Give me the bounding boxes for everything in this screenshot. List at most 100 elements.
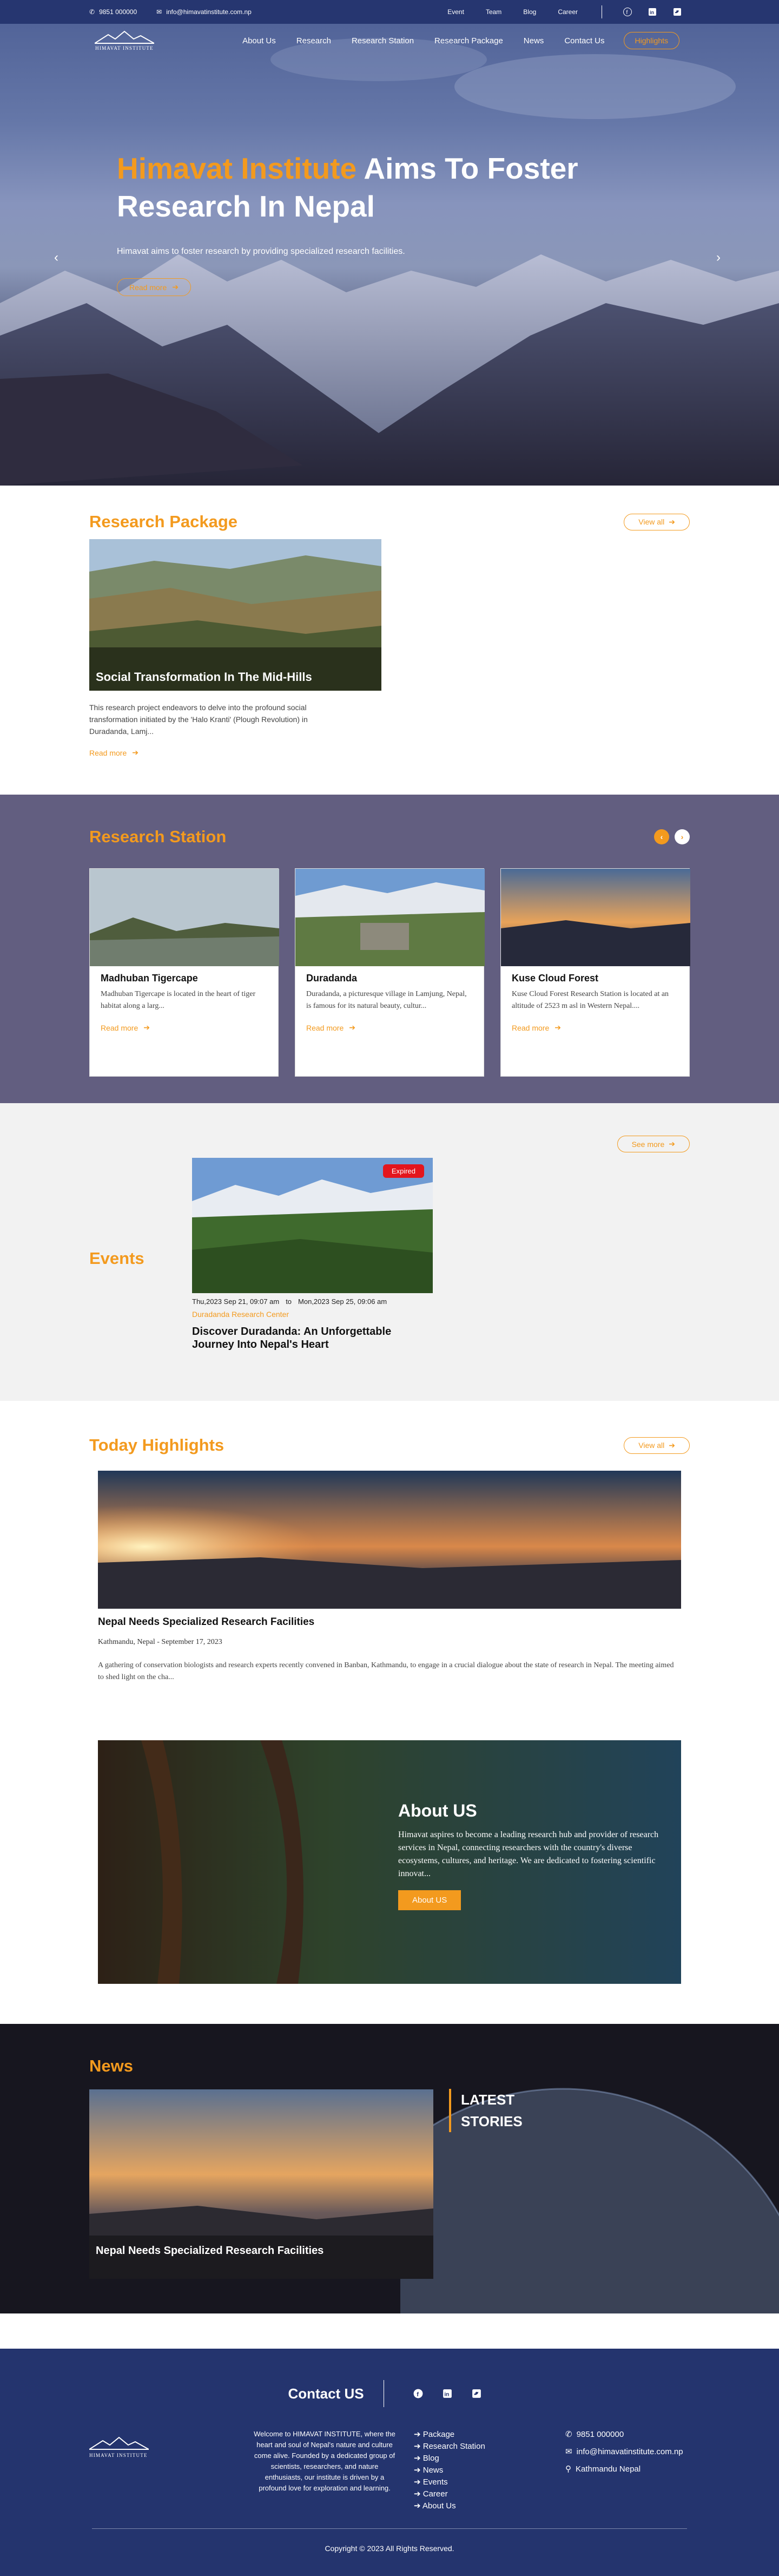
topbar-email[interactable]: ✉ info@himavatinstitute.com.np xyxy=(156,8,252,16)
highlight-image[interactable] xyxy=(98,1471,681,1609)
nav-research-package[interactable]: Research Package xyxy=(434,36,503,45)
footer: Contact US f in HIMAVAT INSTITUTE Welcom… xyxy=(0,2349,779,2576)
station-name: Duradanda xyxy=(306,973,358,984)
station-read-more-link[interactable]: Read more ➔ xyxy=(306,1023,355,1032)
footer-contact-title: Contact US xyxy=(288,2385,364,2402)
research-package-view-all-button[interactable]: View all ➔ xyxy=(624,513,690,530)
about-title: About US xyxy=(398,1801,477,1820)
event-dates: Thu,2023 Sep 21, 09:07 am to Mon,2023 Se… xyxy=(192,1297,387,1306)
expired-badge: Expired xyxy=(382,1164,424,1178)
highlight-description: A gathering of conservation biologists a… xyxy=(98,1661,674,1681)
twitter-icon[interactable] xyxy=(672,7,682,17)
research-package-title: Research Package xyxy=(89,512,238,531)
svg-text:f: f xyxy=(626,10,628,16)
footer-contacts: ✆ 9851 000000 ✉ info@himavatinstitute.com.… xyxy=(565,2429,683,2481)
hero-subtitle: Himavat aims to foster research by provi… xyxy=(117,247,405,256)
top-bar: ✆ 9851 000000 ✉ info@himavatinstitute.com.… xyxy=(0,0,779,24)
carousel-prev-icon[interactable]: ‹ xyxy=(654,829,669,844)
nav-news[interactable]: News xyxy=(524,36,544,45)
svg-text:f: f xyxy=(417,2391,419,2398)
events-see-more-button[interactable]: See more ➔ xyxy=(617,1136,690,1152)
research-package-section: Research Package View all ➔ Social Transf… xyxy=(0,486,779,795)
facebook-icon[interactable]: f xyxy=(413,2389,423,2398)
event-title: Discover Duradanda: An Unforgettable Jou… xyxy=(192,1326,392,1351)
event-card[interactable]: Expired Thu,2023 Sep 21, 09:07 am to Mon… xyxy=(192,1158,433,1351)
footer-about-text: Welcome to HIMAVAT INSTITUTE, where the … xyxy=(254,2430,395,2492)
footer-link-about-us[interactable]: ➔ About Us xyxy=(414,2500,565,2512)
logo-mountain-icon xyxy=(95,30,154,44)
footer-link-blog[interactable]: ➔ Blog xyxy=(414,2453,565,2464)
news-card[interactable]: Nepal Needs Specialized Research Facilit… xyxy=(89,2089,433,2279)
footer-link-events[interactable]: ➔ Events xyxy=(414,2476,565,2488)
footer-address: ⚲ Kathmandu Nepal xyxy=(565,2463,683,2475)
footer-link-research-station[interactable]: ➔ Research Station xyxy=(414,2441,565,2453)
station-description: Kuse Cloud Forest Research Station is lo… xyxy=(512,990,669,1010)
arrow-right-icon: ➔ xyxy=(669,1139,675,1148)
arrow-right-icon: ➔ xyxy=(143,1023,150,1032)
event-location: Duradanda Research Center xyxy=(192,1310,289,1319)
mail-icon: ✉ xyxy=(565,2447,572,2456)
nav-contact-us[interactable]: Contact Us xyxy=(564,36,604,45)
station-card[interactable]: Kuse Cloud Forest Kuse Cloud Forest Rese… xyxy=(500,868,690,1077)
topbar-link-career[interactable]: Career xyxy=(558,8,578,16)
hero-next-arrow-icon[interactable]: › xyxy=(716,250,721,265)
site-logo[interactable]: HIMAVAT INSTITUTE xyxy=(89,30,160,51)
research-package-read-more-link[interactable]: Read more ➔ xyxy=(89,748,138,757)
linkedin-icon[interactable]: in xyxy=(443,2389,452,2398)
facebook-icon[interactable]: f xyxy=(623,7,632,17)
station-read-more-link[interactable]: Read more ➔ xyxy=(512,1023,561,1032)
footer-link-career[interactable]: ➔ Career xyxy=(414,2488,565,2500)
topbar-link-blog[interactable]: Blog xyxy=(523,8,536,16)
event-image: Expired xyxy=(192,1158,433,1293)
nav-research[interactable]: Research xyxy=(296,36,331,45)
about-description: Himavat aspires to become a leading rese… xyxy=(398,1830,659,1878)
highlights-section: Today Highlights View all ➔ Nepal Needs S… xyxy=(0,1401,779,2024)
research-package-description: This research project endeavors to delve… xyxy=(89,703,308,736)
footer-link-package[interactable]: ➔ Package xyxy=(414,2429,565,2441)
about-us-button[interactable]: About US xyxy=(398,1890,461,1910)
carousel-next-icon[interactable]: › xyxy=(675,829,690,844)
news-title: News xyxy=(89,2056,133,2075)
footer-phone[interactable]: ✆ 9851 000000 xyxy=(565,2429,683,2441)
news-caption: Nepal Needs Specialized Research Facilit… xyxy=(96,2245,324,2257)
twitter-icon[interactable] xyxy=(472,2389,481,2398)
station-card[interactable]: Duradanda Duradanda, a picturesque villa… xyxy=(295,868,485,1077)
footer-divider-line xyxy=(92,2528,687,2529)
hero-prev-arrow-icon[interactable]: ‹ xyxy=(54,250,58,265)
hero-read-more-button[interactable]: Read more ➔ xyxy=(117,278,191,296)
arrow-right-icon: ➔ xyxy=(669,1440,675,1450)
footer-email[interactable]: ✉ info@himavatinstitute.com.np xyxy=(565,2446,683,2458)
svg-text:in: in xyxy=(444,2392,449,2398)
topbar-link-team[interactable]: Team xyxy=(486,8,501,16)
copyright: Copyright © 2023 All Rights Reserved. xyxy=(325,2544,454,2553)
arrow-right-icon: ➔ xyxy=(669,517,675,526)
topbar-phone[interactable]: ✆ 9851 000000 xyxy=(89,8,137,16)
topbar-link-event[interactable]: Event xyxy=(447,8,464,16)
latest-stories-label: LATEST STORIES xyxy=(449,2089,523,2132)
linkedin-icon[interactable]: in xyxy=(648,7,657,17)
highlight-meta: Kathmandu, Nepal - September 17, 2023 xyxy=(98,1638,222,1646)
footer-link-news[interactable]: ➔ News xyxy=(414,2464,565,2476)
research-package-card[interactable]: Social Transformation In The Mid-Hills T… xyxy=(89,539,381,758)
highlight-title[interactable]: Nepal Needs Specialized Research Facilit… xyxy=(98,1616,681,1628)
station-read-more-link[interactable]: Read more ➔ xyxy=(101,1023,150,1032)
highlights-view-all-button[interactable]: View all ➔ xyxy=(624,1437,690,1454)
research-package-image: Social Transformation In The Mid-Hills xyxy=(89,539,381,691)
station-name: Kuse Cloud Forest xyxy=(512,973,599,984)
nav-research-station[interactable]: Research Station xyxy=(352,36,414,45)
nav-highlights-button[interactable]: Highlights xyxy=(623,32,679,49)
hero-title: Himavat Institute Aims To Foster Researc… xyxy=(117,152,578,223)
station-image xyxy=(295,869,485,966)
nav-about-us[interactable]: About Us xyxy=(242,36,276,45)
about-us-banner: About US Himavat aspires to become a lea… xyxy=(98,1740,681,1984)
station-card[interactable]: Madhuban Tigercape Madhuban Tigercape is… xyxy=(89,868,279,1077)
location-pin-icon: ⚲ xyxy=(565,2464,571,2474)
main-nav: HIMAVAT INSTITUTE About Us Research Rese… xyxy=(0,24,779,57)
station-image xyxy=(501,869,690,966)
highlights-title: Today Highlights xyxy=(89,1436,225,1454)
station-image xyxy=(90,869,279,966)
arrow-right-icon: ➔ xyxy=(349,1023,355,1032)
events-title: Events xyxy=(89,1249,144,1268)
footer-logo[interactable]: HIMAVAT INSTITUTE xyxy=(89,2429,252,2458)
svg-text:in: in xyxy=(650,10,654,15)
